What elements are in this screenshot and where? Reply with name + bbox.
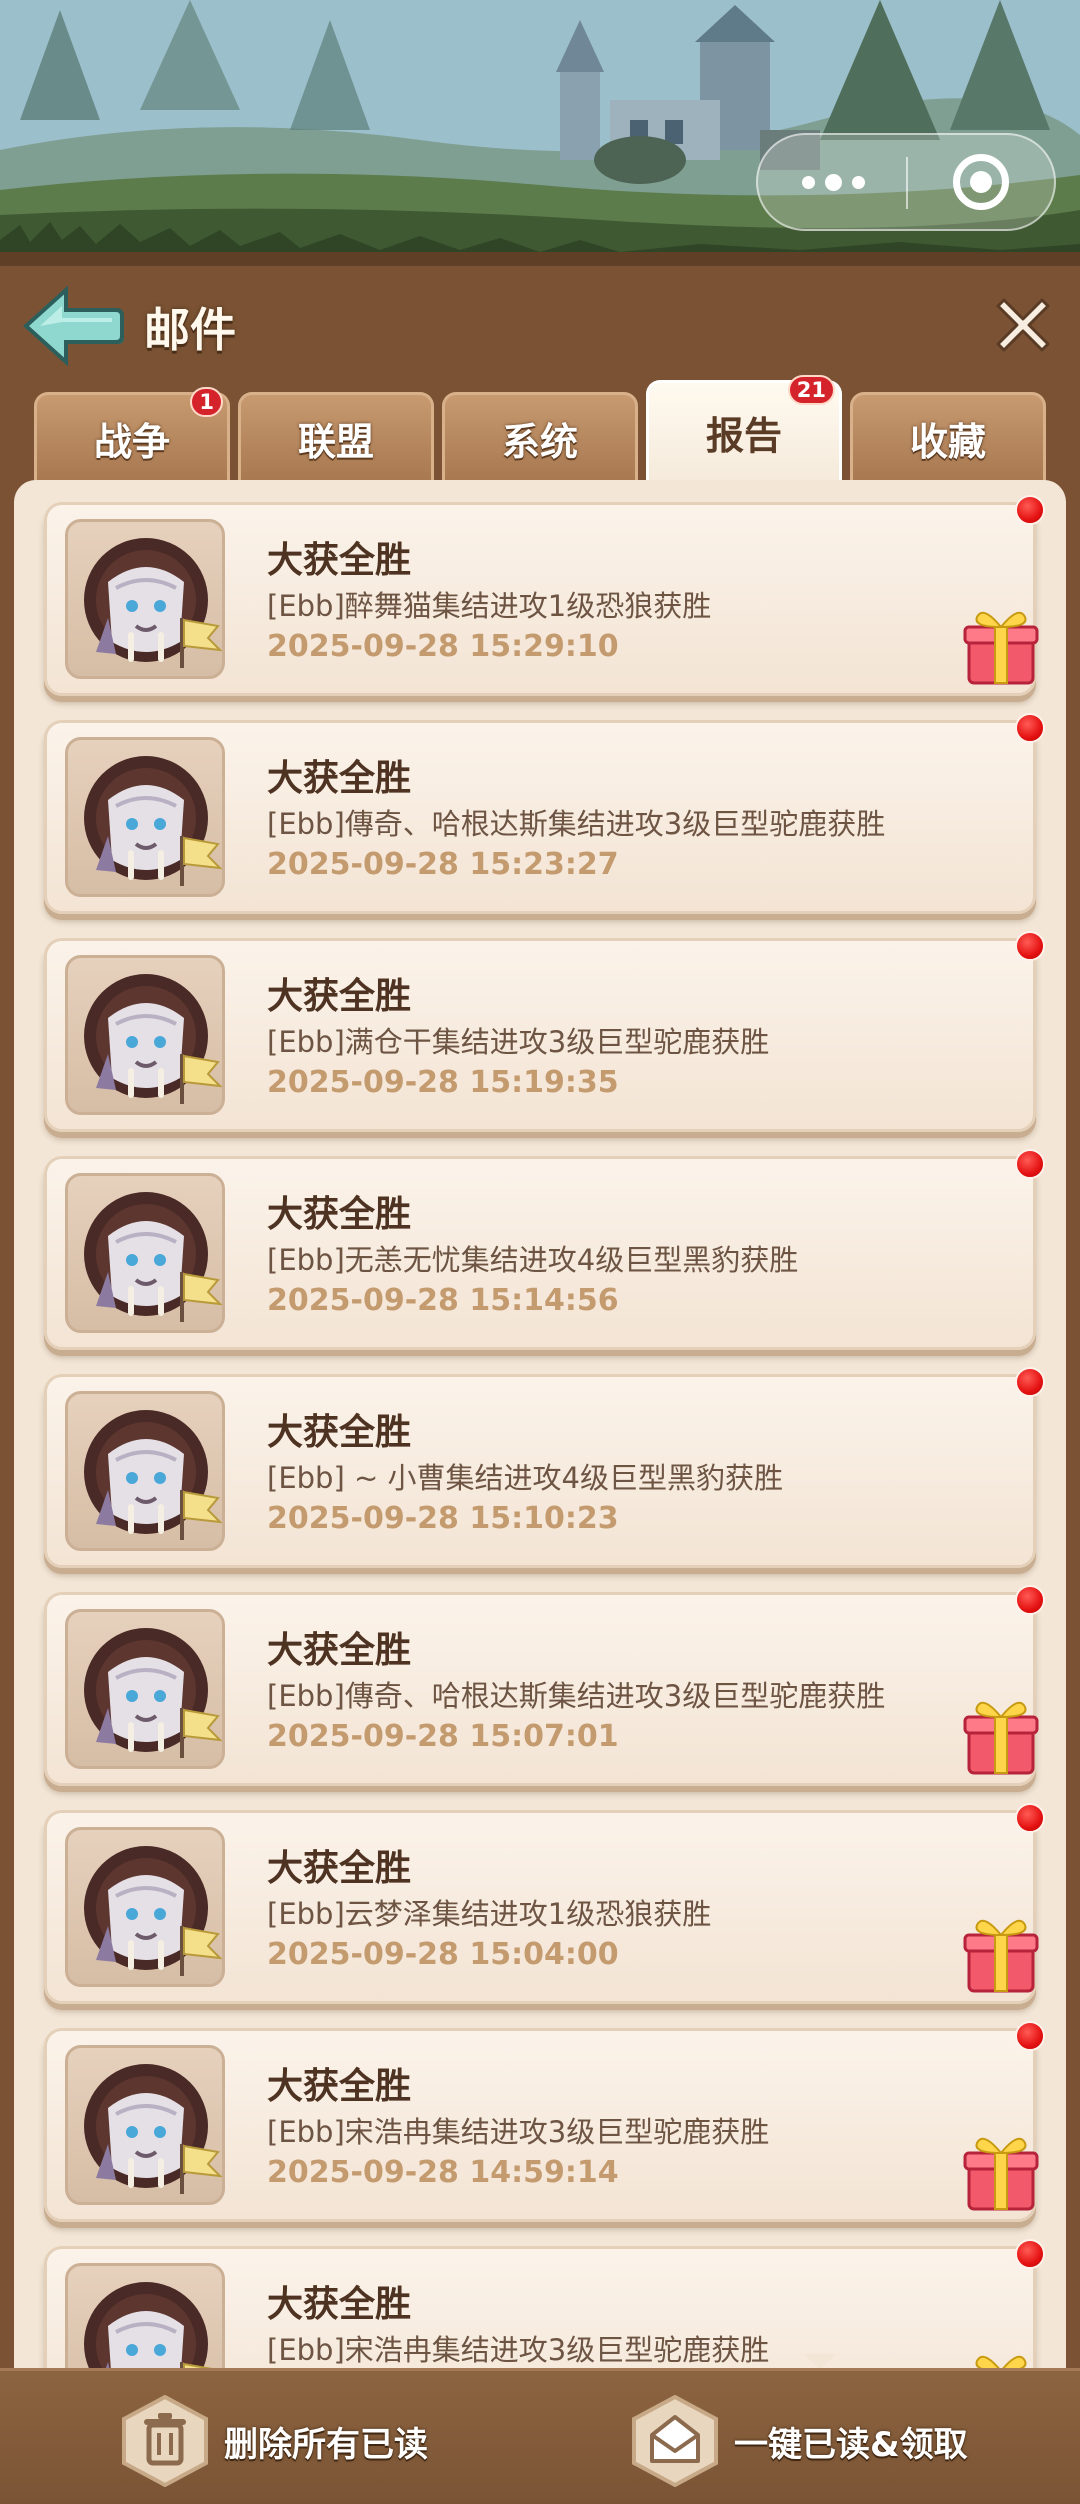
report-card[interactable]: 大获全胜 [Ebb]傳奇、哈根达斯集结进攻3级巨型驼鹿获胜 2025-09-28 1… (44, 713, 1045, 914)
read-and-claim-all-label: 一键已读&领取 (734, 2424, 968, 2465)
report-description: [Ebb]无恙无忧集结进攻4级巨型黑豹获胜 (267, 1243, 799, 1277)
mini-program-capsule (756, 133, 1056, 231)
beast-avatar-icon (65, 955, 225, 1115)
unread-count-badge: 21 (787, 375, 835, 405)
unread-count-badge: 1 (190, 387, 223, 417)
report-title: 大获全胜 (267, 976, 412, 1017)
beast-avatar-icon (65, 2045, 225, 2205)
tab-label: 收藏 (909, 420, 986, 464)
report-title: 大获全胜 (267, 2284, 412, 2325)
report-title: 大获全胜 (267, 1630, 412, 1671)
beast-avatar-icon (65, 1173, 225, 1333)
delete-all-read-button[interactable]: 删除所有已读 (120, 2394, 428, 2488)
report-card[interactable]: 大获全胜 [Ebb]傳奇、哈根达斯集结进攻3级巨型驼鹿获胜 2025-09-28 1… (44, 1585, 1045, 1786)
report-title: 大获全胜 (267, 2066, 412, 2107)
unread-dot (1015, 2021, 1045, 2051)
report-description: [Ebb]宋浩冉集结进攻3级巨型驼鹿获胜 (267, 2333, 770, 2367)
unread-dot (1015, 495, 1045, 525)
read-and-claim-all-button[interactable]: 一键已读&领取 (630, 2394, 968, 2488)
envelope-icon (630, 2394, 720, 2488)
report-title: 大获全胜 (267, 540, 412, 581)
report-description: [Ebb]满仓干集结进攻3级巨型驼鹿获胜 (267, 1025, 770, 1059)
report-card[interactable]: 大获全胜 [Ebb]云梦泽集结进攻1级恐狼获胜 2025-09-28 15:04:0… (44, 1803, 1045, 2004)
page-title: 邮件 (144, 303, 236, 357)
mail-panel: 邮件 战争 1 联盟 系统 报告 21 收藏 大获全胜 [Ebb]醉舞猫集结进攻1… (0, 252, 1080, 2504)
unread-dot (1015, 1367, 1045, 1397)
tab-label: 战争 (93, 420, 170, 464)
tab-label: 报告 (705, 414, 782, 458)
report-card[interactable]: 大获全胜 [Ebb] ~ 小曹集结进攻4级巨型黑豹获胜 2025-09-28 15:… (44, 1367, 1045, 1568)
mail-header: 邮件 (0, 266, 1080, 376)
bottom-action-bar: 删除所有已读 一键已读&领取 (0, 2368, 1080, 2504)
report-timestamp: 2025-09-28 15:14:56 (267, 1283, 619, 1318)
trash-icon (120, 2394, 210, 2488)
gift-reward-icon[interactable] (961, 1693, 1041, 1777)
report-description: [Ebb]云梦泽集结进攻1级恐狼获胜 (267, 1897, 712, 1931)
tab-system[interactable]: 系统 (442, 392, 638, 482)
mail-tabs: 战争 1 联盟 系统 报告 21 收藏 (0, 375, 1080, 482)
unread-dot (1015, 1803, 1045, 1833)
report-card[interactable]: 大获全胜 [Ebb]无恙无忧集结进攻4级巨型黑豹获胜 2025-09-28 15:1… (44, 1149, 1045, 1350)
report-title: 大获全胜 (267, 1194, 412, 1235)
report-timestamp: 2025-09-28 15:10:23 (267, 1501, 619, 1536)
gift-reward-icon[interactable] (961, 603, 1041, 687)
tab-label: 联盟 (297, 420, 374, 464)
tab-war[interactable]: 战争 1 (34, 387, 230, 482)
report-card[interactable]: 大获全胜 [Ebb]满仓干集结进攻3级巨型驼鹿获胜 2025-09-28 15:19… (44, 931, 1045, 1132)
tab-label: 系统 (501, 420, 578, 464)
unread-dot (1015, 931, 1045, 961)
report-timestamp: 2025-09-28 15:04:00 (267, 1937, 619, 1972)
report-title: 大获全胜 (267, 1848, 412, 1889)
close-x-icon (996, 298, 1050, 352)
tab-favorites[interactable]: 收藏 (850, 392, 1046, 482)
report-description: [Ebb]傳奇、哈根达斯集结进攻3级巨型驼鹿获胜 (267, 1679, 886, 1713)
report-card[interactable]: 大获全胜 [Ebb]宋浩冉集结进攻3级巨型驼鹿获胜 (44, 2239, 1045, 2368)
delete-all-read-label: 删除所有已读 (224, 2424, 428, 2465)
report-description: [Ebb]醉舞猫集结进攻1级恐狼获胜 (267, 589, 712, 623)
more-dots-icon[interactable] (758, 135, 908, 229)
game-scene-banner (0, 0, 1080, 255)
report-timestamp: 2025-09-28 15:23:27 (267, 847, 619, 882)
report-card[interactable]: 大获全胜 [Ebb]宋浩冉集结进攻3级巨型驼鹿获胜 2025-09-28 14:59… (44, 2021, 1045, 2222)
gift-reward-icon[interactable] (961, 1911, 1041, 1995)
gift-reward-icon[interactable] (961, 2347, 1041, 2368)
target-circle-icon[interactable] (908, 135, 1054, 229)
beast-avatar-icon (65, 2263, 225, 2368)
back-arrow-icon (23, 285, 124, 367)
back-button[interactable] (22, 285, 126, 370)
report-description: [Ebb]傳奇、哈根达斯集结进攻3级巨型驼鹿获胜 (267, 807, 886, 841)
gift-reward-icon[interactable] (961, 2129, 1041, 2213)
beast-avatar-icon (65, 1609, 225, 1769)
unread-dot (1015, 1585, 1045, 1615)
tab-report[interactable]: 报告 21 (646, 375, 842, 482)
report-description: [Ebb] ~ 小曹集结进攻4级巨型黑豹获胜 (267, 1461, 783, 1495)
report-title: 大获全胜 (267, 758, 412, 799)
report-card[interactable]: 大获全胜 [Ebb]醉舞猫集结进攻1级恐狼获胜 2025-09-28 15:29:1… (44, 495, 1045, 696)
report-timestamp: 2025-09-28 15:29:10 (267, 629, 619, 664)
tab-alliance[interactable]: 联盟 (238, 392, 434, 482)
beast-avatar-icon (65, 737, 225, 897)
beast-avatar-icon (65, 1827, 225, 1987)
report-timestamp: 2025-09-28 14:59:14 (267, 2155, 619, 2190)
beast-avatar-icon (65, 1391, 225, 1551)
unread-dot (1015, 713, 1045, 743)
report-timestamp: 2025-09-28 15:07:01 (267, 1719, 619, 1754)
unread-dot (1015, 1149, 1045, 1179)
report-list[interactable]: 大获全胜 [Ebb]醉舞猫集结进攻1级恐狼获胜 2025-09-28 15:29:1… (14, 480, 1066, 2368)
report-timestamp: 2025-09-28 15:19:35 (267, 1065, 619, 1100)
report-description: [Ebb]宋浩冉集结进攻3级巨型驼鹿获胜 (267, 2115, 770, 2149)
unread-dot (1015, 2239, 1045, 2269)
beast-avatar-icon (65, 519, 225, 679)
panel-edge (0, 252, 1080, 266)
report-title: 大获全胜 (267, 1412, 412, 1453)
close-button[interactable] (994, 296, 1052, 354)
